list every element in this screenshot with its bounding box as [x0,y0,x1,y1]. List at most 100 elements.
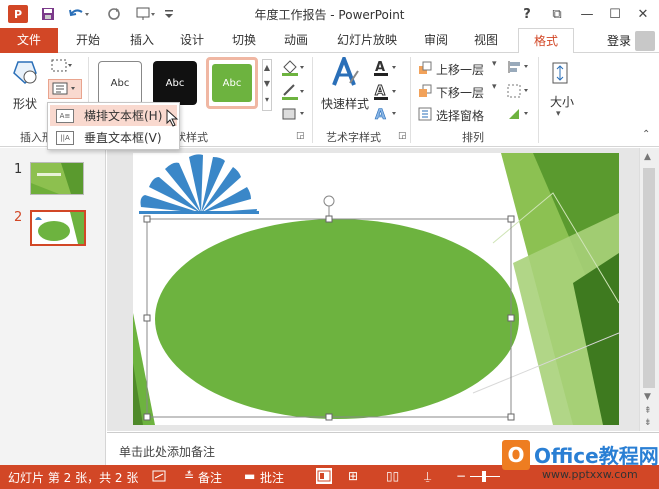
thumbnail-number: 2 [14,210,23,225]
slide-thumbnail-2[interactable] [30,210,86,246]
prev-slide-icon[interactable]: ⇞ [644,406,652,416]
watermark-title: Office教程网 [534,444,659,468]
shapes-icon[interactable] [10,59,40,91]
chevron-down-icon[interactable]: ▾ [556,109,561,119]
menu-item-horizontal-textbox[interactable]: A≡ 横排文本框(H) [50,105,177,126]
fan-decoration [139,154,259,214]
zoom-slider-thumb[interactable] [482,471,486,482]
textbox-dropdown-button[interactable] [48,79,82,99]
slide-counter: 幻灯片 第 2 张，共 2 张 [8,471,139,485]
group-separator [538,57,539,143]
comments-button[interactable]: 批注 [260,469,284,486]
tab-insert[interactable]: 插入 [120,28,164,53]
current-slide[interactable] [133,153,619,425]
scroll-down-icon[interactable]: ▼ [644,392,651,402]
svg-text:A: A [375,84,385,99]
send-backward-label[interactable]: 下移一层 [436,84,484,101]
shape-style-dark[interactable]: Abc [153,61,197,105]
slide-sorter-icon[interactable]: ⊞ [348,469,358,483]
size-label[interactable]: 大小 [550,93,574,110]
collapse-ribbon-icon[interactable]: ⌃ [642,129,650,140]
rotate-icon[interactable] [506,106,532,126]
language-icon[interactable] [152,469,166,486]
watermark-logo-icon: O [502,440,530,470]
menu-item-vertical-textbox[interactable]: ||A 垂直文本框(V) [50,127,177,148]
group-separator [410,57,411,143]
scroll-up-icon[interactable]: ▲ [644,152,651,162]
selection-pane-label[interactable]: 选择窗格 [436,107,484,124]
chevron-down-icon[interactable]: ▾ [492,59,497,69]
site-watermark: O Office教程网 www.pptxxw.com [498,438,659,486]
rotate-handle[interactable] [323,195,335,207]
zoom-out-button[interactable]: − [456,469,466,483]
ribbon-display-options-icon[interactable]: ⧉ [544,4,570,24]
green-ellipse-shape[interactable] [155,219,519,419]
text-effects-icon[interactable]: A [372,105,398,127]
normal-view-icon[interactable] [316,468,332,484]
svg-text:A: A [375,107,386,123]
tab-transitions[interactable]: 切换 [222,28,266,53]
next-slide-icon[interactable]: ⇟ [644,418,652,428]
comments-icon[interactable]: ▬ [244,469,255,483]
chevron-down-icon[interactable]: ▾ [492,82,497,92]
tab-animations[interactable]: 动画 [274,28,318,53]
sign-in-link[interactable]: 登录 [607,32,631,49]
shape-fill-icon[interactable] [280,59,306,81]
group-objects-icon[interactable] [506,83,532,103]
quick-styles-icon[interactable] [330,53,360,93]
shapes-label[interactable]: 形状 [13,95,37,112]
text-outline-icon[interactable]: A [372,83,398,105]
slide-thumbnails-panel: 1 2 [0,148,106,465]
tab-slideshow[interactable]: 幻灯片放映 [328,28,406,53]
ribbon-tabs: 文件 开始 插入 设计 切换 动画 幻灯片放映 审阅 视图 格式 登录 [0,28,659,54]
tab-review[interactable]: 审阅 [414,28,458,53]
menu-item-label: 垂直文本框(V) [84,131,162,145]
text-fill-icon[interactable]: A [372,59,398,81]
send-backward-icon[interactable] [418,84,432,102]
vertical-textbox-icon: ||A [56,130,74,145]
tab-file[interactable]: 文件 [0,28,58,53]
horizontal-textbox-icon: A≡ [56,108,74,123]
minimize-button[interactable]: — [574,4,600,24]
textbox-dropdown-menu: A≡ 横排文本框(H) ||A 垂直文本框(V) [47,102,180,150]
tab-format[interactable]: 格式 [518,28,574,54]
align-icon[interactable] [506,59,532,79]
slideshow-icon[interactable]: ⍊ [424,469,431,484]
tab-view[interactable]: 视图 [464,28,508,53]
art-styles-group-label: 艺术字样式 [326,131,381,144]
reading-view-icon[interactable]: ▯▯ [386,469,399,483]
svg-text:A: A [375,60,385,75]
tab-home[interactable]: 开始 [66,28,110,53]
help-button[interactable]: ? [514,4,540,24]
shape-outline-icon[interactable] [280,83,306,105]
shape-style-green-sample: Abc [212,64,252,102]
quick-styles-label[interactable]: 快速样式 [321,95,369,112]
slide-thumbnail-1[interactable] [30,162,84,195]
scrollbar-thumb[interactable] [643,168,655,388]
avatar[interactable] [635,31,655,51]
close-button[interactable]: ✕ [630,4,656,24]
shape-effects-icon[interactable] [280,105,306,127]
tab-design[interactable]: 设计 [170,28,214,53]
slide-editing-area [107,148,639,431]
group-separator [312,57,313,143]
selection-pane-icon[interactable] [418,107,432,125]
bring-forward-icon[interactable] [418,61,432,79]
watermark-url: www.pptxxw.com [542,468,638,481]
size-icon[interactable] [548,61,572,89]
notes-placeholder: 单击此处添加备注 [119,445,216,459]
notes-toggle-icon[interactable]: ≛ [184,469,194,483]
dialog-launcher-icon[interactable]: ◲ [296,131,305,141]
dialog-launcher-icon[interactable]: ◲ [398,131,407,141]
title-bar: P 年度工作报告 - PowerPoint ? ⧉ — ☐ ✕ [0,0,659,28]
mouse-cursor-icon [166,108,180,130]
shape-style-outline[interactable]: Abc [98,61,142,105]
bring-forward-label[interactable]: 上移一层 [436,61,484,78]
shape-style-green-selected[interactable]: Abc [206,57,258,109]
styles-scroll-icon[interactable]: ▲ ▼ ▾ [262,59,272,111]
thumbnail-number: 1 [14,162,23,177]
notes-toggle-button[interactable]: 备注 [198,469,222,486]
vertical-scrollbar[interactable]: ▲ ▼ ⇞ ⇟ [639,148,659,431]
maximize-button[interactable]: ☐ [602,4,628,24]
edit-shape-icon[interactable] [50,57,76,79]
